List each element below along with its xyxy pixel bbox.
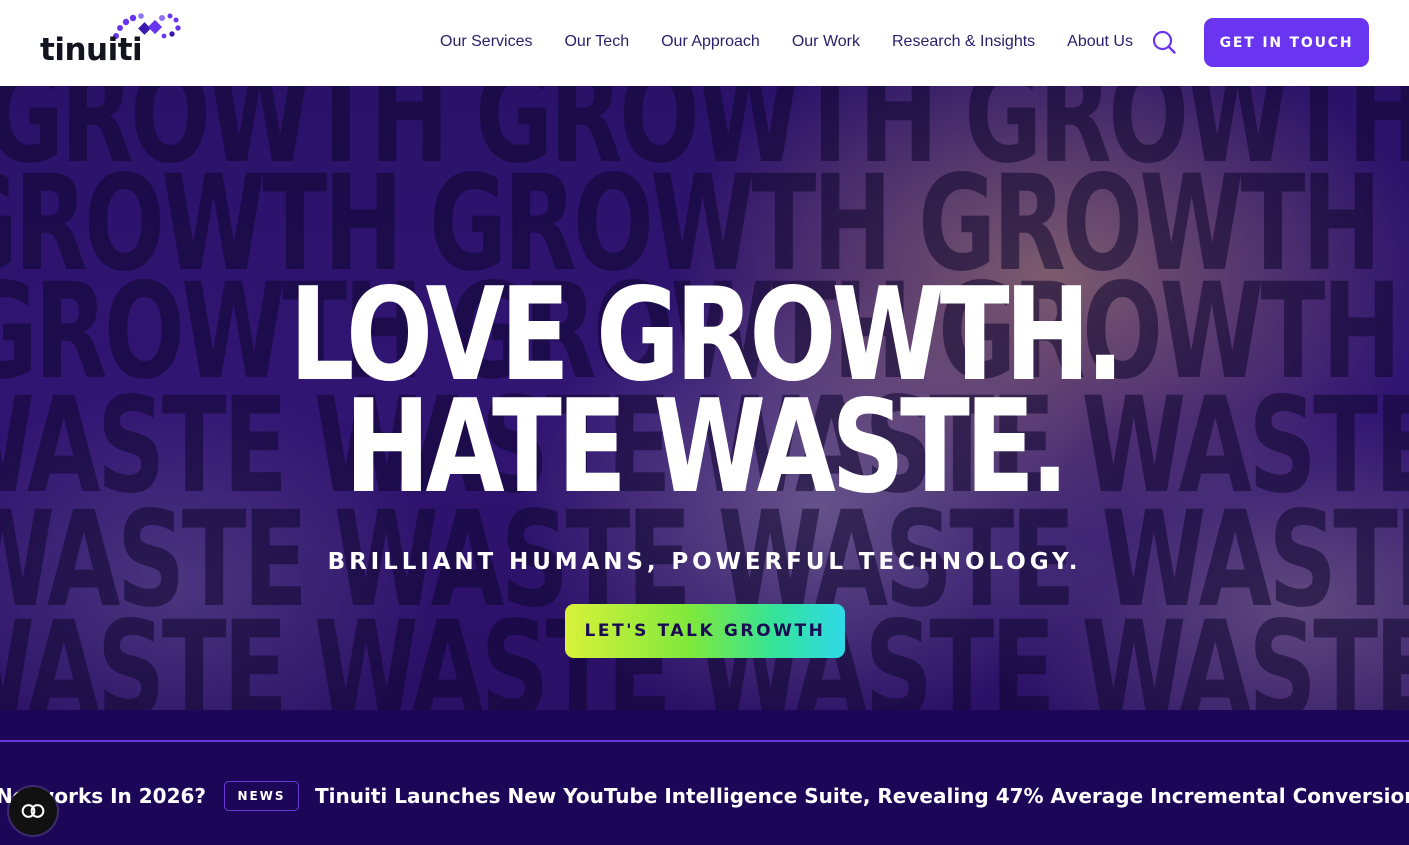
news-badge: NEWS [224, 781, 299, 811]
get-in-touch-button[interactable]: GET IN TOUCH [1204, 18, 1369, 67]
ticker-headline[interactable]: Tinuiti Launches New YouTube Intelligenc… [315, 783, 1409, 809]
nav-our-work[interactable]: Our Work [792, 30, 860, 54]
hero-title-line2: HATE WASTE. [344, 373, 1070, 522]
lets-talk-growth-button[interactable]: LET'S TALK GROWTH [565, 604, 845, 658]
main-nav: Our Services Our Tech Our Approach Our W… [440, 30, 1165, 54]
site-header: tinuiti Our Services Our Tech Our Approa… [0, 0, 1409, 86]
nav-about-us[interactable]: About Us [1067, 30, 1133, 54]
logo-wordmark: tinuiti [40, 32, 143, 68]
nav-our-services[interactable]: Our Services [440, 30, 532, 54]
accessibility-icon [21, 804, 45, 818]
search-icon[interactable] [1150, 28, 1178, 56]
news-ticker: Networks In 2026? NEWS Tinuiti Launches … [0, 710, 1409, 845]
hero-section: GROWTH GROWTH GROWTH GROWTH GROWTH GROWT… [0, 86, 1409, 710]
hero-subtitle: BRILLIANT HUMANS, POWERFUL TECHNOLOGY. [327, 549, 1082, 575]
tinuiti-logo[interactable]: tinuiti [40, 12, 185, 68]
nav-our-tech[interactable]: Our Tech [564, 30, 629, 54]
nav-our-approach[interactable]: Our Approach [661, 30, 760, 54]
ticker-divider [0, 740, 1409, 742]
nav-research-insights[interactable]: Research & Insights [892, 30, 1035, 54]
accessibility-button[interactable] [9, 787, 57, 835]
